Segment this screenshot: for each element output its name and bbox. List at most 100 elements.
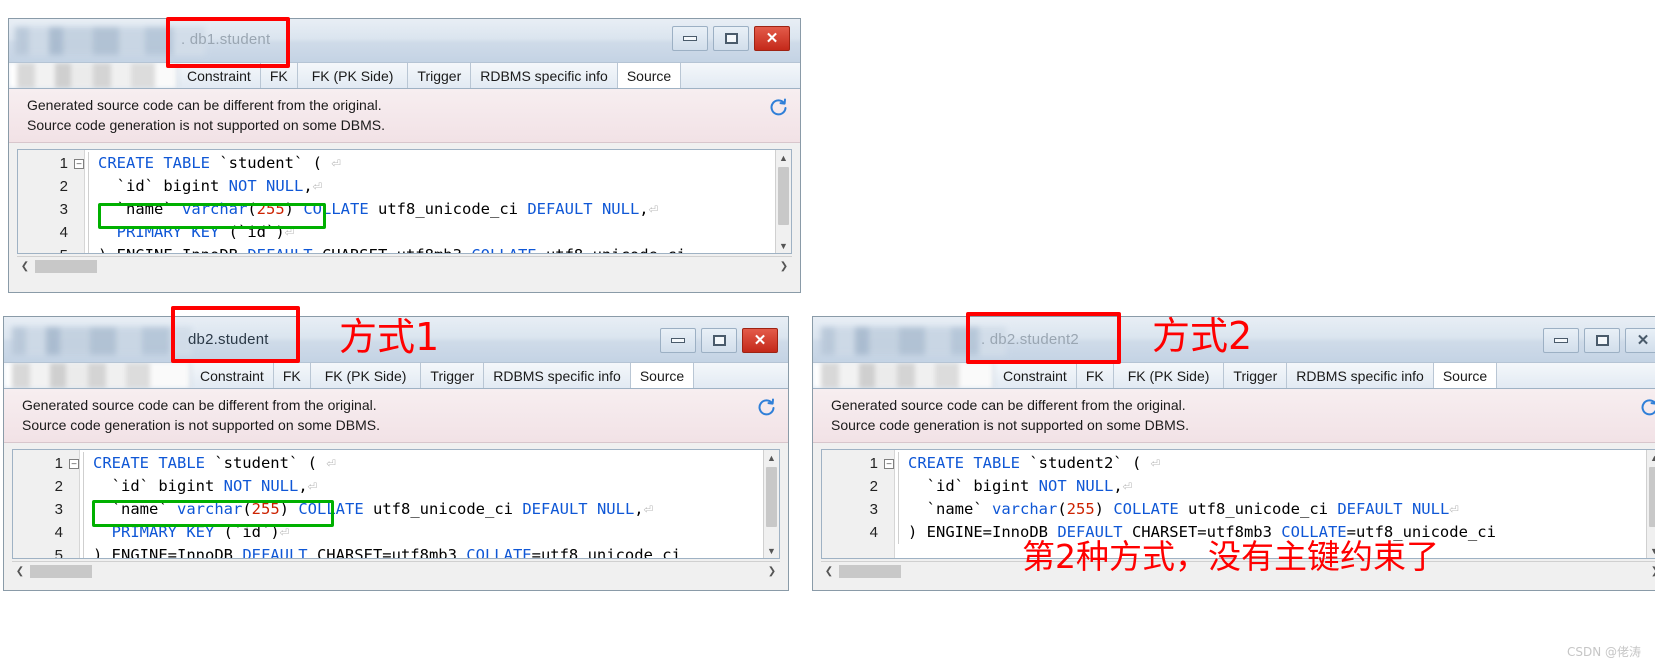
- maximize-icon: [712, 335, 726, 346]
- tabrow-filler: [681, 63, 800, 88]
- gutter-divider: [88, 175, 89, 198]
- gutter-divider: [83, 498, 84, 521]
- tab-fk-pk-side[interactable]: FK (PK Side): [1113, 363, 1225, 388]
- close-button[interactable]: ✕: [754, 26, 790, 51]
- close-button[interactable]: ✕: [742, 328, 778, 353]
- scroll-right-icon[interactable]: ❯: [1647, 566, 1655, 577]
- maximize-button[interactable]: [713, 26, 749, 51]
- scrollbar-thumb[interactable]: [1649, 467, 1655, 527]
- scroll-right-icon[interactable]: ❯: [764, 566, 780, 577]
- code-line: 1 – CREATE TABLE `student2` ( ⏎: [822, 452, 1655, 475]
- tab-trigger[interactable]: Trigger: [408, 63, 472, 88]
- tab-fk-pk-side[interactable]: FK (PK Side): [297, 63, 409, 88]
- line-number: 1: [869, 455, 878, 472]
- scroll-up-icon[interactable]: ▲: [1647, 450, 1655, 465]
- code-lines-db1: 1 – CREATE TABLE `student` ( ⏎ 2 `id` bi…: [18, 150, 791, 253]
- highlight-box-db1-title: [166, 17, 290, 68]
- tab-fk-pk-side[interactable]: FK (PK Side): [310, 363, 422, 388]
- minimize-icon: [1554, 338, 1568, 343]
- scroll-down-icon[interactable]: ▼: [1647, 543, 1655, 558]
- hscroll-track[interactable]: [28, 564, 764, 578]
- tab-source[interactable]: Source: [1433, 363, 1498, 388]
- scroll-left-icon[interactable]: ❮: [17, 261, 33, 272]
- gutter-divider: [83, 544, 84, 558]
- hscroll-track[interactable]: [33, 259, 776, 273]
- tab-trigger[interactable]: Trigger: [1224, 363, 1288, 388]
- line-number: 4: [869, 524, 878, 541]
- scroll-up-icon[interactable]: ▲: [764, 450, 779, 465]
- line-number: 1: [59, 155, 68, 172]
- scrollbar-thumb[interactable]: [766, 467, 777, 527]
- tab-rdbms-specific-info[interactable]: RDBMS specific info: [471, 63, 618, 88]
- minimize-icon: [683, 36, 697, 41]
- line-number: 3: [869, 501, 878, 518]
- scroll-down-icon[interactable]: ▼: [776, 238, 791, 253]
- tabrow-db1[interactable]: Constraint FK FK (PK Side) Trigger RDBMS…: [9, 63, 800, 89]
- vertical-scrollbar-db1[interactable]: ▲ ▼: [775, 150, 791, 253]
- code-text: ) ENGINE=InnoDB DEFAULT CHARSET=utf8mb3 …: [93, 546, 681, 559]
- tab-constraint[interactable]: Constraint: [994, 363, 1077, 388]
- maximize-button[interactable]: [701, 328, 737, 353]
- close-button[interactable]: ✕: [1625, 328, 1655, 353]
- window-db1-student[interactable]: . db1.student ✕ Constraint FK FK (PK Sid…: [8, 18, 801, 293]
- annotation-method-1: 方式1: [339, 315, 440, 359]
- fold-toggle-icon[interactable]: –: [69, 458, 79, 469]
- fold-toggle-icon[interactable]: –: [884, 458, 894, 469]
- titlebar-db1[interactable]: . db1.student ✕: [9, 19, 800, 63]
- scroll-up-icon[interactable]: ▲: [776, 150, 791, 165]
- highlight-box-db2-student-title: [171, 306, 300, 363]
- refresh-icon[interactable]: [1639, 397, 1655, 417]
- fold-toggle-icon[interactable]: –: [74, 158, 84, 169]
- line-number: 4: [54, 524, 63, 541]
- gutter-divider: [898, 452, 899, 475]
- tab-fk[interactable]: FK: [273, 363, 311, 388]
- window-controls-db2-student[interactable]: ✕: [660, 328, 778, 353]
- horizontal-scrollbar-db2-student[interactable]: ❮ ❯: [12, 561, 780, 580]
- window-controls-db1[interactable]: ✕: [672, 26, 790, 51]
- blurred-tabs: [4, 363, 191, 388]
- code-text: `id` bigint NOT NULL,⏎: [98, 177, 322, 195]
- tabrow-filler: [694, 363, 788, 388]
- tabrow-db2-student2[interactable]: Constraint FK FK (PK Side) Trigger RDBMS…: [813, 363, 1655, 389]
- line-number: 5: [54, 547, 63, 559]
- scroll-down-icon[interactable]: ▼: [764, 543, 779, 558]
- tab-trigger[interactable]: Trigger: [421, 363, 485, 388]
- tab-source[interactable]: Source: [617, 63, 682, 88]
- notice-line-1: Generated source code can be different f…: [27, 97, 382, 113]
- scroll-left-icon[interactable]: ❮: [12, 566, 28, 577]
- tab-rdbms-specific-info[interactable]: RDBMS specific info: [1287, 363, 1434, 388]
- window-controls-db2-student2[interactable]: ✕: [1543, 328, 1655, 353]
- vertical-scrollbar-db2-student2[interactable]: ▲ ▼: [1646, 450, 1655, 558]
- tab-source[interactable]: Source: [630, 363, 695, 388]
- gutter-divider: [898, 475, 899, 498]
- hscrollbar-thumb[interactable]: [35, 259, 97, 273]
- hscrollbar-thumb[interactable]: [839, 564, 901, 578]
- horizontal-scrollbar-db1[interactable]: ❮ ❯: [17, 256, 792, 275]
- maximize-button[interactable]: [1584, 328, 1620, 353]
- minimize-button[interactable]: [672, 26, 708, 51]
- tab-fk[interactable]: FK: [1076, 363, 1114, 388]
- csdn-watermark: CSDN @佬涛: [1566, 645, 1641, 659]
- tab-rdbms-specific-info[interactable]: RDBMS specific info: [484, 363, 631, 388]
- annotation-bottom-note: 第2种方式，没有主键约束了: [1022, 537, 1439, 576]
- refresh-icon[interactable]: [756, 397, 776, 417]
- tab-constraint[interactable]: Constraint: [191, 363, 274, 388]
- hscrollbar-thumb[interactable]: [30, 564, 92, 578]
- scrollbar-thumb[interactable]: [778, 167, 789, 225]
- scroll-left-icon[interactable]: ❮: [821, 566, 837, 577]
- minimize-icon: [671, 338, 685, 343]
- minimize-button[interactable]: [1543, 328, 1579, 353]
- code-editor-db1[interactable]: 1 – CREATE TABLE `student` ( ⏎ 2 `id` bi…: [17, 149, 792, 254]
- tabrow-db2-student[interactable]: Constraint FK FK (PK Side) Trigger RDBMS…: [4, 363, 788, 389]
- refresh-icon[interactable]: [768, 97, 788, 117]
- minimize-button[interactable]: [660, 328, 696, 353]
- notice-line-2: Source code generation is not supported …: [831, 417, 1189, 433]
- scroll-right-icon[interactable]: ❯: [776, 261, 792, 272]
- blurred-tabs: [9, 63, 178, 88]
- vertical-scrollbar-db2-student[interactable]: ▲ ▼: [763, 450, 779, 558]
- code-line: 2 `id` bigint NOT NULL,⏎: [822, 475, 1655, 498]
